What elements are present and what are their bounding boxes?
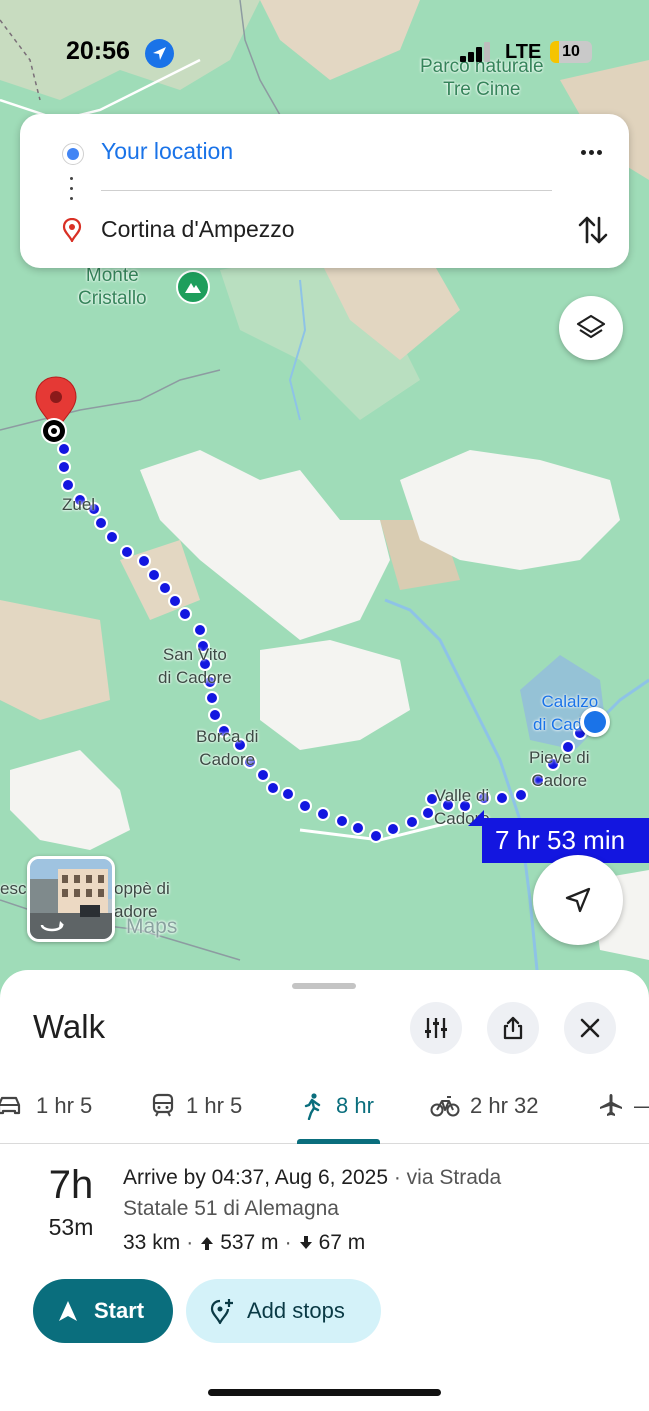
add-stops-button[interactable]: Add stops (186, 1279, 381, 1343)
recenter-button[interactable] (533, 855, 623, 945)
directions-sheet: Walk 1 hr 5 1 hr 5 8 hr 2 hr 32 7h 53m A… (0, 970, 649, 1411)
bike-icon (430, 1096, 460, 1117)
network-type: LTE (505, 41, 542, 63)
tab-bike[interactable]: 2 hr 32 (430, 1084, 550, 1144)
tune-icon (425, 1018, 447, 1038)
tab-bike-label: 2 hr 32 (470, 1093, 539, 1118)
street-view-thumbnail[interactable] (27, 856, 115, 942)
zoppe-left-label: esc (0, 879, 27, 898)
tab-walk-label: 8 hr (336, 1093, 374, 1118)
route-road: Statale 51 di Alemagna (123, 1197, 339, 1220)
swap-directions-icon[interactable] (576, 212, 610, 248)
duration-hours: 7h (48, 1163, 94, 1207)
route-stats: 33 km · 537 m · 67 m (123, 1231, 366, 1254)
close-button[interactable] (564, 1002, 616, 1054)
destination-pin-icon[interactable] (34, 375, 78, 447)
destination-marker-icon (62, 218, 82, 242)
tab-transit[interactable]: 1 hr 5 (150, 1084, 260, 1144)
pieve-label: Pieve di Cadore (529, 748, 590, 790)
navigation-arrow-icon (565, 887, 591, 913)
ascent-arrow-icon (201, 1237, 214, 1250)
tab-transit-label: 1 hr 5 (186, 1093, 243, 1118)
more-options-icon[interactable] (573, 136, 609, 172)
navigation-start-icon (59, 1301, 77, 1321)
share-button[interactable] (487, 1002, 539, 1054)
share-icon (503, 1016, 523, 1040)
maps-watermark: Maps (126, 915, 178, 938)
add-stops-label: Add stops (247, 1298, 345, 1323)
street-view-image (30, 859, 112, 939)
tab-drive[interactable]: 1 hr 5 (0, 1084, 110, 1144)
monte-cristallo-label[interactable]: Monte Cristallo (78, 264, 147, 310)
arrival-time: Arrive by 04:37, Aug 6, 2025 (123, 1166, 389, 1189)
route-distance: 33 km (123, 1231, 181, 1254)
layers-button[interactable] (559, 296, 623, 360)
current-location-marker[interactable] (580, 707, 610, 737)
arrival-info: Arrive by 04:37, Aug 6, 2025 · via Strad… (123, 1166, 501, 1190)
route-options-button[interactable] (410, 1002, 462, 1054)
status-time: 20:56 (66, 37, 130, 65)
car-icon (0, 1096, 21, 1115)
sheet-drag-handle[interactable] (292, 983, 356, 989)
active-tab-indicator (297, 1139, 380, 1144)
location-services-icon (145, 39, 174, 68)
route-ascent: 537 m (220, 1231, 279, 1254)
start-navigation-button[interactable]: Start (33, 1279, 173, 1343)
travel-mode-tabs: 1 hr 5 1 hr 5 8 hr 2 hr 32 (0, 1084, 649, 1144)
tab-flight[interactable]: — (598, 1084, 649, 1144)
tab-drive-label: 1 hr 5 (36, 1093, 93, 1118)
route-connector-icon (70, 177, 74, 203)
duration-minutes: 53m (48, 1214, 94, 1240)
sheet-title: Walk (33, 1008, 106, 1045)
signal-strength-icon (460, 42, 494, 62)
zuel-label: Zuel (62, 495, 96, 514)
origin-field[interactable]: Your location (101, 138, 233, 165)
borca-label: Borca di Cadore (196, 727, 259, 769)
route-input-card: Your location Cortina d'Ampezzo (20, 114, 629, 268)
home-indicator[interactable] (208, 1389, 441, 1396)
route-via: · via Strada (393, 1166, 502, 1189)
origin-dot-icon (62, 143, 84, 165)
start-button-label: Start (94, 1298, 145, 1323)
mountain-poi-icon[interactable] (176, 270, 210, 304)
battery-icon: 10 (550, 41, 592, 63)
route-descent: 67 m (318, 1231, 366, 1254)
train-icon (152, 1093, 174, 1117)
san-vito-label: San Vito di Cadore (158, 645, 232, 687)
add-location-icon (210, 1299, 233, 1325)
close-icon (580, 1018, 600, 1038)
plane-icon (600, 1094, 622, 1116)
tab-walk[interactable]: 8 hr (300, 1084, 390, 1144)
destination-field[interactable]: Cortina d'Ampezzo (101, 216, 295, 243)
layers-icon (576, 314, 606, 339)
status-bar: 20:56 LTE 10 (0, 0, 649, 104)
walk-icon (304, 1093, 321, 1120)
descent-arrow-icon (299, 1236, 312, 1249)
divider (101, 190, 552, 191)
tab-flight-label: — (634, 1093, 649, 1119)
